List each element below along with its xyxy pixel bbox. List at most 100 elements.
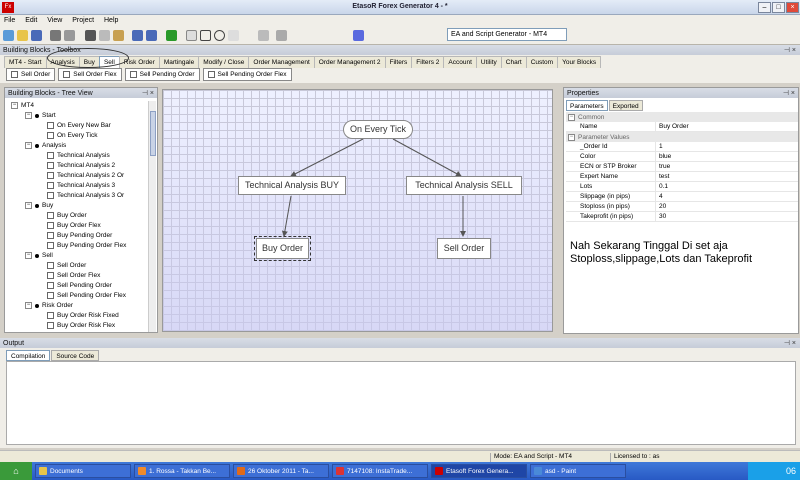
maximize-icon[interactable]: □ [772, 2, 785, 13]
tree-node-item[interactable]: Technical Analysis [47, 151, 110, 160]
toolbox-tab[interactable]: Order Management [248, 56, 315, 68]
property-value[interactable]: blue [656, 152, 671, 162]
minimize-icon[interactable]: – [758, 2, 771, 13]
property-row[interactable]: Slippage (in pips) 4 [566, 191, 798, 202]
align-icon[interactable] [276, 30, 287, 41]
tree-node-item[interactable]: Sell Pending Order [47, 281, 112, 290]
tree-node-item[interactable]: Technical Analysis 3 Or [47, 191, 124, 200]
run-icon[interactable] [166, 30, 177, 41]
taskbar-item[interactable]: Documents [35, 464, 131, 478]
toolbox-tab[interactable]: Order Management 2 [313, 56, 386, 68]
redo-icon[interactable] [146, 30, 157, 41]
tab-compilation[interactable]: Compilation [6, 350, 51, 361]
tree-node-group[interactable]: − Sell [25, 251, 53, 260]
taskbar-item[interactable]: 7147108: InstaTrade... [332, 464, 428, 478]
scroll-thumb[interactable] [150, 111, 156, 156]
copy-icon[interactable] [99, 30, 110, 41]
property-value[interactable]: true [656, 162, 670, 172]
text-icon[interactable] [228, 30, 239, 41]
tree-node-item[interactable]: Sell Order Flex [47, 271, 100, 280]
menu-project[interactable]: Project [68, 15, 98, 26]
node-technical-analysis-sell[interactable]: Technical Analysis SELL [406, 176, 522, 195]
tree-node-item[interactable]: Buy Order [47, 211, 87, 220]
tree-node-item[interactable]: Buy Order Flex [47, 221, 101, 230]
menu-file[interactable]: File [0, 15, 19, 26]
tree-node-item[interactable]: On Every New Bar [47, 121, 111, 130]
tree-scrollbar[interactable] [148, 101, 156, 332]
new-icon[interactable] [3, 30, 14, 41]
pointer-icon[interactable] [186, 30, 197, 41]
expand-icon[interactable]: − [25, 252, 32, 259]
toolbox-tab[interactable]: Modify / Close [198, 56, 250, 68]
close-icon[interactable]: × [786, 2, 799, 13]
print-icon[interactable] [50, 30, 61, 41]
taskbar-item[interactable]: Etasoft Forex Genera... [431, 464, 527, 478]
property-value[interactable]: Buy Order [656, 122, 689, 132]
tree-node-group[interactable]: − Analysis [25, 141, 66, 150]
toolbox-tab[interactable]: Filters 2 [411, 56, 445, 68]
tab-parameters[interactable]: Parameters [566, 100, 608, 111]
expand-icon[interactable]: − [11, 102, 18, 109]
toolbox-tab[interactable]: Filters [384, 56, 413, 68]
menu-edit[interactable]: Edit [21, 15, 41, 26]
tree-node-item[interactable]: Technical Analysis 2 Or [47, 171, 124, 180]
tree-node-item[interactable]: On Every Tick [47, 131, 97, 140]
paste-icon[interactable] [113, 30, 124, 41]
property-row[interactable]: Takeprofit (in pips) 30 [566, 211, 798, 222]
open-icon[interactable] [17, 30, 28, 41]
property-row[interactable]: _Order Id 1 [566, 141, 798, 152]
design-canvas[interactable]: On Every Tick Technical Analysis BUY Tec… [162, 89, 553, 332]
pin-icon[interactable]: ⊣ × [784, 46, 796, 54]
tree-node-item[interactable]: Technical Analysis 3 [47, 181, 115, 190]
property-row[interactable]: ECN or STP Broker true [566, 161, 798, 172]
properties-pin-icon[interactable]: ⊣ × [783, 89, 795, 97]
property-value[interactable]: test [656, 172, 669, 182]
tree-node-item[interactable]: Buy Order Risk Flex [47, 321, 115, 330]
tree-node-group[interactable]: − Start [25, 111, 56, 120]
expand-icon[interactable]: − [25, 112, 32, 119]
property-value[interactable]: 4 [656, 192, 663, 202]
expand-icon[interactable]: − [25, 202, 32, 209]
ellipse-icon[interactable] [214, 30, 225, 41]
tree-node-item[interactable]: Buy Pending Order [47, 231, 112, 240]
toolbox-block[interactable]: Sell Order Flex [58, 68, 122, 81]
category-parameter-values[interactable]: − Parameter Values [566, 132, 798, 142]
property-value[interactable]: 20 [656, 202, 666, 212]
property-value[interactable]: 0.1 [656, 182, 668, 192]
toolbox-tab[interactable]: Utility [475, 56, 502, 68]
tree-node-group[interactable]: − Buy [25, 201, 53, 210]
node-technical-analysis-buy[interactable]: Technical Analysis BUY [238, 176, 346, 195]
tree-node-item[interactable]: Buy Order Risk Fixed [47, 311, 119, 320]
tree-node-item[interactable]: Technical Analysis 2 [47, 161, 115, 170]
tree-node-root[interactable]: − MT4 [11, 101, 34, 110]
output-pin-icon[interactable]: ⊣ × [784, 339, 796, 347]
taskbar-item[interactable]: asd - Paint [530, 464, 626, 478]
toolbox-block[interactable]: Sell Pending Order [124, 68, 200, 81]
expand-icon[interactable]: − [25, 302, 32, 309]
property-row[interactable]: Lots 0.1 [566, 181, 798, 192]
property-value[interactable]: 1 [656, 142, 663, 152]
tree-node-item[interactable]: Sell Order [47, 261, 86, 270]
toolbox-tab[interactable]: Your Blocks [557, 56, 602, 68]
menu-help[interactable]: Help [100, 15, 122, 26]
save-icon[interactable] [31, 30, 42, 41]
property-value[interactable]: 30 [656, 212, 666, 222]
property-row[interactable]: Color blue [566, 151, 798, 162]
tree-node-group[interactable]: − Risk Order [25, 301, 73, 310]
taskbar-item[interactable]: 1. Rossa - Takkan Be... [134, 464, 230, 478]
toolbox-block[interactable]: Sell Order [6, 68, 56, 81]
toolbox-tab[interactable]: Custom [525, 56, 559, 68]
undo-icon[interactable] [132, 30, 143, 41]
node-on-every-tick[interactable]: On Every Tick [343, 120, 413, 139]
color-icon[interactable] [353, 30, 364, 41]
taskbar-item[interactable]: 26 Oktober 2011 - Ta... [233, 464, 329, 478]
tree-node-item[interactable]: Sell Pending Order Flex [47, 291, 126, 300]
property-row[interactable]: Expert Name test [566, 171, 798, 182]
category-common[interactable]: − Common [566, 112, 798, 122]
node-sell-order[interactable]: Sell Order [437, 238, 491, 259]
property-row[interactable]: Stoploss (in pips) 20 [566, 201, 798, 212]
rectangle-icon[interactable] [200, 30, 211, 41]
toolbox-tab[interactable]: MT4 - Start [4, 56, 47, 68]
tab-exported[interactable]: Exported [608, 100, 643, 111]
connector-icon[interactable] [258, 30, 269, 41]
